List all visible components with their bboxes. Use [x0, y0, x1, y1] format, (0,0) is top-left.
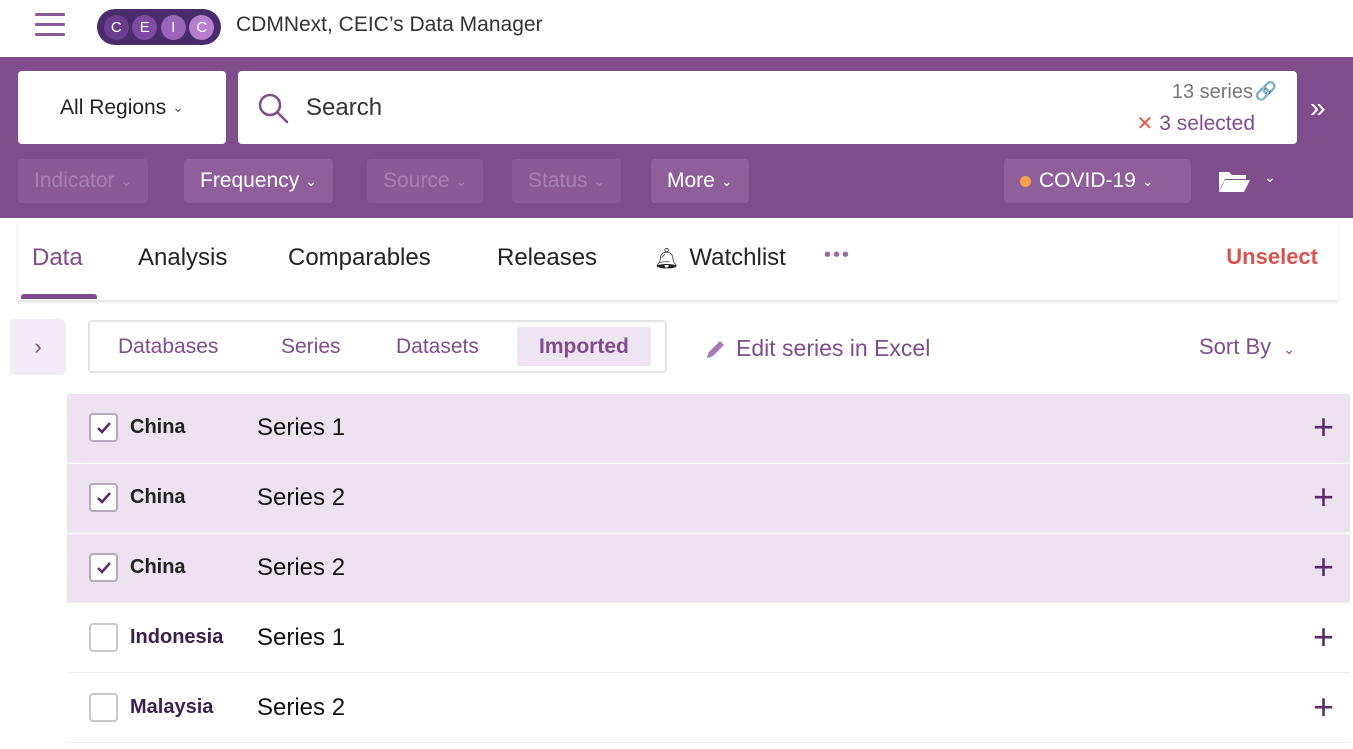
- logo-letter: C: [103, 14, 129, 40]
- covid-label: COVID-19: [1039, 169, 1136, 192]
- chevron-down-icon: ⌄: [172, 99, 184, 115]
- checkbox[interactable]: [89, 483, 118, 512]
- chevron-down-icon[interactable]: ⌄: [1264, 169, 1276, 186]
- sort-by-label: Sort By: [1199, 334, 1272, 359]
- search-box: 13 series 🔗 ✕3 selected: [238, 71, 1297, 144]
- series-list: China Series 1 + China Series 2 + China …: [67, 394, 1350, 744]
- filter-label: Status: [528, 169, 588, 192]
- chevron-down-icon: ⌄: [455, 172, 468, 189]
- region-dropdown[interactable]: All Regions ⌄: [18, 71, 226, 144]
- sort-by-dropdown[interactable]: Sort By ⌄: [1199, 334, 1295, 360]
- link-icon[interactable]: 🔗: [1255, 81, 1277, 102]
- series-count: 13 series: [1171, 81, 1253, 103]
- add-icon[interactable]: +: [1313, 686, 1334, 728]
- chevron-down-icon: ⌄: [305, 172, 317, 189]
- sub-tabs: Databases Series Datasets Imported: [88, 320, 667, 373]
- chevron-right-icon[interactable]: ›: [10, 319, 66, 375]
- filter-source[interactable]: Source ⌄: [367, 159, 484, 203]
- tab-data[interactable]: Data: [32, 244, 83, 272]
- filter-label: Indicator: [34, 169, 115, 192]
- list-item[interactable]: Malaysia Series 2 +: [67, 674, 1350, 743]
- series-name: Series 2: [257, 554, 346, 581]
- unselect-button[interactable]: Unselect: [1226, 244, 1318, 270]
- filter-frequency[interactable]: Frequency ⌄: [184, 159, 333, 203]
- search-icon: [258, 93, 289, 124]
- double-chevron-right-icon[interactable]: »: [1310, 92, 1326, 124]
- filter-label: Source: [383, 169, 450, 192]
- add-icon[interactable]: +: [1313, 546, 1334, 588]
- chevron-down-icon: ⌄: [593, 172, 606, 189]
- list-item[interactable]: Indonesia Series 1 +: [67, 604, 1350, 673]
- checkbox[interactable]: [89, 413, 118, 442]
- chevron-down-icon: ⌄: [120, 172, 133, 189]
- tab-analysis[interactable]: Analysis: [138, 244, 227, 272]
- logo-letter: C: [189, 14, 215, 40]
- region-dropdown-label: All Regions: [60, 95, 167, 119]
- series-name: Series 2: [257, 694, 346, 721]
- tab-watchlist[interactable]: 🔔︎ Watchlist: [654, 244, 786, 272]
- tab-watchlist-label: Watchlist: [689, 244, 786, 271]
- series-name: Series 2: [257, 484, 346, 511]
- region-label: China: [130, 486, 186, 508]
- add-icon[interactable]: +: [1313, 476, 1334, 518]
- checkbox[interactable]: [89, 693, 118, 722]
- checkbox[interactable]: [89, 623, 118, 652]
- subtab-imported[interactable]: Imported: [517, 327, 651, 366]
- list-item[interactable]: China Series 2 +: [67, 464, 1350, 533]
- hamburger-menu-icon[interactable]: [35, 13, 65, 37]
- list-item[interactable]: China Series 1 +: [67, 394, 1350, 463]
- filter-label: More: [667, 169, 715, 192]
- chevron-down-icon: ⌄: [1283, 341, 1295, 357]
- edit-excel-label: Edit series in Excel: [736, 335, 931, 361]
- app-title: CDMNext, CEIC’s Data Manager: [236, 13, 543, 36]
- series-name: Series 1: [257, 414, 346, 441]
- folder-open-icon[interactable]: [1217, 168, 1251, 194]
- chevron-down-icon: ⌄: [720, 172, 733, 189]
- subtab-databases[interactable]: Databases: [96, 327, 240, 366]
- ceic-logo: C E I C: [97, 9, 221, 45]
- main-tabs: Data Analysis Comparables Releases 🔔︎ Wat…: [18, 218, 1338, 300]
- covid-19-dropdown[interactable]: COVID-19 ⌄: [1004, 159, 1191, 203]
- add-icon[interactable]: +: [1313, 616, 1334, 658]
- check-icon: [96, 561, 111, 574]
- region-label: Malaysia: [130, 696, 214, 718]
- clear-selected-button[interactable]: ✕ 3 selected: [1137, 111, 1256, 136]
- subtab-datasets[interactable]: Datasets: [374, 327, 501, 366]
- filter-more[interactable]: More ⌄: [651, 159, 749, 203]
- series-name: Series 1: [257, 624, 346, 651]
- selected-count-label: 3 selected: [1159, 112, 1255, 135]
- filter-indicator[interactable]: Indicator ⌄: [18, 159, 149, 203]
- bell-icon: 🔔︎: [654, 248, 680, 270]
- check-icon: [96, 491, 111, 504]
- checkbox[interactable]: [89, 553, 118, 582]
- logo-letter: I: [160, 14, 186, 40]
- chevron-down-icon: ⌄: [1141, 172, 1154, 189]
- tab-comparables[interactable]: Comparables: [288, 244, 431, 272]
- more-options-icon[interactable]: •••: [824, 244, 851, 267]
- filter-label: Frequency: [200, 169, 300, 192]
- edit-series-in-excel-button[interactable]: Edit series in Excel: [704, 335, 930, 362]
- check-icon: [96, 421, 111, 434]
- region-label: China: [130, 416, 186, 438]
- status-dot-icon: [1020, 175, 1031, 187]
- close-icon: ✕: [1136, 113, 1154, 135]
- region-label: Indonesia: [130, 626, 224, 648]
- tab-releases[interactable]: Releases: [497, 244, 597, 272]
- filter-status[interactable]: Status ⌄: [512, 159, 622, 203]
- list-item[interactable]: China Series 2 +: [67, 534, 1350, 603]
- top-bar: C E I C CDMNext, CEIC’s Data Manager: [0, 0, 1353, 57]
- subtab-series[interactable]: Series: [259, 327, 363, 366]
- active-tab-indicator: [21, 294, 97, 299]
- search-header: All Regions ⌄ 13 series 🔗 ✕3 selected » …: [0, 57, 1353, 218]
- region-label: China: [130, 556, 186, 578]
- pencil-icon: [707, 340, 724, 358]
- logo-letter: E: [132, 14, 158, 40]
- search-input[interactable]: [306, 93, 1066, 123]
- add-icon[interactable]: +: [1313, 406, 1334, 448]
